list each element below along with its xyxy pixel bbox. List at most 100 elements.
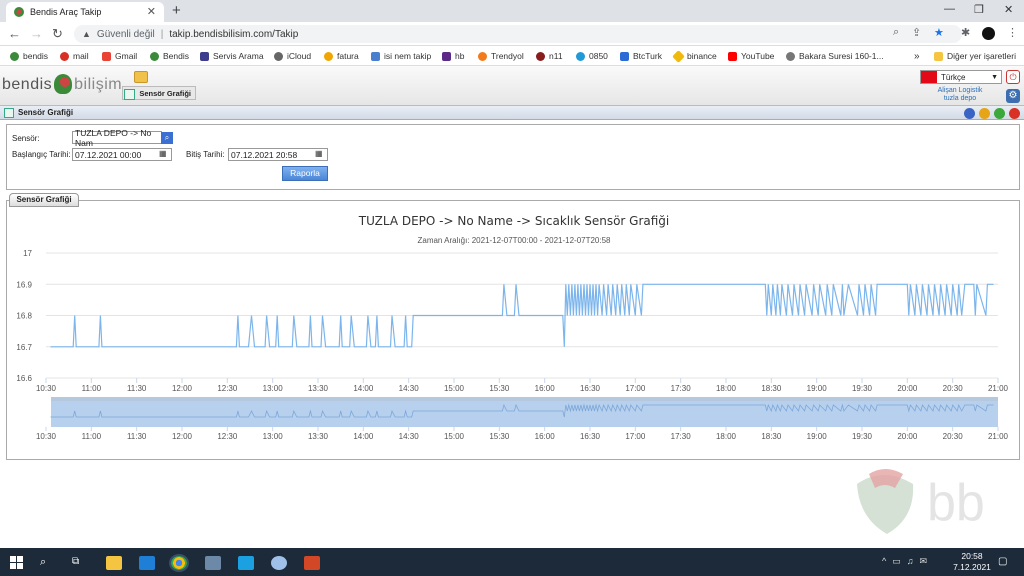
bookmark-hb[interactable]: hb	[442, 51, 464, 61]
start-date-field[interactable]: 07.12.2021 00:00	[72, 148, 172, 161]
reload-icon[interactable]: ↻	[52, 26, 63, 42]
x-tick-label: 13:00	[263, 384, 284, 393]
system-tray-icons[interactable]: ^▭♫✉	[882, 556, 933, 567]
x-tick-label: 15:00	[444, 384, 465, 393]
bookmark-mail[interactable]: mail	[60, 51, 89, 61]
bookmark-n11[interactable]: n11	[536, 51, 563, 61]
bendis-favicon-icon	[14, 7, 24, 17]
y-tick-label: 16.7	[16, 343, 32, 352]
zoom-icon[interactable]: ⌕	[893, 26, 899, 39]
bookmark-icloud[interactable]: iCloud	[274, 51, 311, 61]
panel-title-bar: Sensör Grafiği	[0, 106, 1024, 120]
temperature-chart[interactable]: TUZLA DEPO -> No Name -> Sıcaklık Sensör…	[7, 201, 1021, 461]
bookmark-fatura[interactable]: fatura	[324, 51, 359, 61]
bookmark-gmail[interactable]: Gmail	[102, 51, 137, 61]
taskbar-clock[interactable]: 20:58 7.12.2021	[952, 551, 992, 573]
forward-icon[interactable]: →	[30, 26, 43, 41]
x-tick-label: 14:30	[399, 384, 420, 393]
task-view-icon[interactable]: ⧉	[72, 556, 88, 570]
report-button[interactable]: Raporla	[282, 166, 328, 181]
x-tick-label: 17:30	[671, 384, 692, 393]
close-panel-icon[interactable]	[1009, 108, 1020, 119]
bookmark-isi-nem-takip[interactable]: isi nem takip	[371, 51, 431, 61]
network-app-icon[interactable]	[271, 556, 287, 570]
navigator-x-tick-label: 13:30	[308, 432, 329, 441]
sensor-field[interactable]: TUZLA DEPO -> No Nam	[72, 128, 162, 148]
bookmark-star-icon[interactable]: ★	[934, 26, 944, 39]
other-bookmarks[interactable]: Diğer yer işaretleri	[934, 51, 1016, 61]
sensor-label: Sensör:	[12, 134, 40, 143]
x-tick-label: 20:00	[897, 384, 918, 393]
powerpoint-icon[interactable]	[304, 556, 320, 570]
x-tick-label: 10:30	[36, 384, 57, 393]
bookmarks-overflow[interactable]: »	[914, 51, 920, 62]
browser-tab[interactable]: Bendis Araç Takip ✕	[6, 2, 164, 22]
tab-title: Bendis Araç Takip	[30, 7, 102, 17]
navigator-x-tick-label: 15:30	[489, 432, 510, 441]
x-tick-label: 16:30	[580, 384, 601, 393]
bookmark-youtube[interactable]: YouTube	[728, 51, 774, 61]
bookmark-binance[interactable]: binance	[672, 49, 717, 63]
folder-icon	[934, 51, 943, 61]
maximize-panel-icon[interactable]	[994, 108, 1005, 119]
file-explorer-icon[interactable]	[106, 556, 122, 570]
bookmark-bendis[interactable]: bendis	[10, 51, 48, 61]
x-tick-label: 14:00	[353, 384, 374, 393]
x-tick-label: 11:30	[127, 384, 147, 393]
calendar-icon[interactable]: ▦	[315, 149, 323, 158]
end-date-field[interactable]: 07.12.2021 20:58	[228, 148, 328, 161]
n11-icon	[536, 51, 545, 61]
gear-icon[interactable]: ⚙	[1006, 89, 1020, 103]
window-close-icon[interactable]: ✕	[1004, 3, 1013, 16]
maximize-icon[interactable]: ❐	[974, 3, 984, 16]
share-icon[interactable]: ⇪	[912, 26, 921, 39]
x-tick-label: 16:00	[535, 384, 556, 393]
navigator-x-tick-label: 19:00	[807, 432, 828, 441]
sensor-search-button[interactable]: ⌕	[161, 132, 173, 144]
bm-icon	[200, 51, 209, 61]
search-icon[interactable]: ⌕	[40, 556, 56, 570]
mail-app-icon[interactable]	[139, 556, 155, 570]
bookmark-bakara[interactable]: Bakara Suresi 160-1...	[786, 51, 884, 61]
btcturk-icon	[620, 51, 629, 61]
extensions-icon[interactable]: ✱	[961, 26, 970, 39]
minimize-icon[interactable]: —	[944, 3, 955, 15]
fatura-icon	[324, 51, 333, 61]
x-tick-label: 17:00	[625, 384, 646, 393]
close-tab-icon[interactable]: ✕	[147, 5, 156, 18]
gmail-icon	[102, 51, 111, 61]
vehicle-icon[interactable]	[134, 71, 148, 83]
navigator-x-tick-label: 11:30	[127, 432, 147, 441]
globe-icon	[786, 51, 795, 61]
x-tick-label: 19:00	[807, 384, 828, 393]
bookmark-btcturk[interactable]: BtcTurk	[620, 51, 662, 61]
language-select[interactable]: Türkçe ▼	[920, 70, 1002, 84]
calculator-icon[interactable]	[205, 556, 221, 570]
chrome-icon[interactable]	[169, 554, 189, 572]
bookmark-0850[interactable]: 0850	[576, 51, 608, 61]
calendar-icon[interactable]: ▦	[159, 149, 167, 158]
profile-avatar-icon[interactable]	[982, 27, 995, 40]
help-icon[interactable]	[964, 108, 975, 119]
search-icon: ⌕	[164, 133, 170, 142]
minimize-panel-icon[interactable]	[979, 108, 990, 119]
app-header: bendis bilişim Sensör Grafiği	[0, 66, 1024, 106]
x-tick-label: 13:30	[308, 384, 329, 393]
navigator-x-tick-label: 14:00	[353, 432, 374, 441]
browser-tab-strip: Bendis Araç Takip ✕ + — ❐ ✕	[0, 0, 1024, 22]
new-tab-icon[interactable]: +	[172, 2, 181, 19]
windows-start-icon[interactable]	[10, 556, 23, 569]
y-tick-label: 16.8	[16, 312, 32, 321]
bookmark-trendyol[interactable]: Trendyol	[478, 51, 524, 61]
menu-icon[interactable]: ⋮	[1007, 26, 1018, 39]
x-tick-label: 21:00	[988, 384, 1009, 393]
notifications-icon[interactable]: ▢	[998, 556, 1014, 570]
power-icon[interactable]: ⏻	[1006, 70, 1020, 84]
bookmark-bendis-2[interactable]: Bendis	[150, 51, 189, 61]
back-icon[interactable]: ←	[8, 26, 21, 41]
youtube-icon	[728, 51, 737, 61]
bookmark-servis-arama[interactable]: Servis Arama	[200, 51, 264, 61]
isi-nem-icon	[371, 51, 380, 61]
omnibox[interactable]: ▲ Güvenli değil | takip.bendisbilisim.co…	[74, 25, 962, 43]
notes-app-icon[interactable]	[238, 556, 254, 570]
